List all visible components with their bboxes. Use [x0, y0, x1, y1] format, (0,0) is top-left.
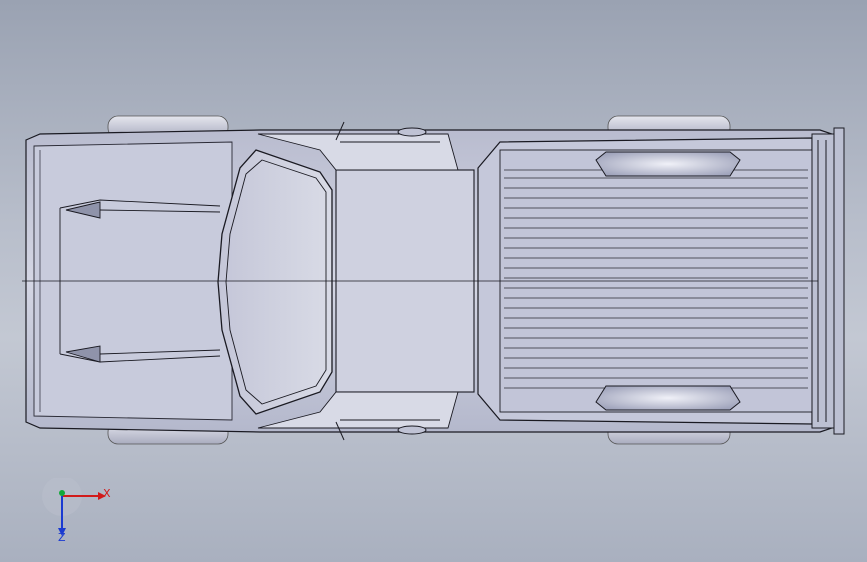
z-axis-label: Z	[58, 531, 66, 544]
pickup-truck-model[interactable]	[0, 0, 867, 562]
graphics-viewport[interactable]: X Z	[0, 0, 867, 562]
windshield	[217, 149, 333, 415]
x-axis-label: X	[103, 487, 111, 500]
coordinate-triad: X Z	[40, 476, 120, 548]
